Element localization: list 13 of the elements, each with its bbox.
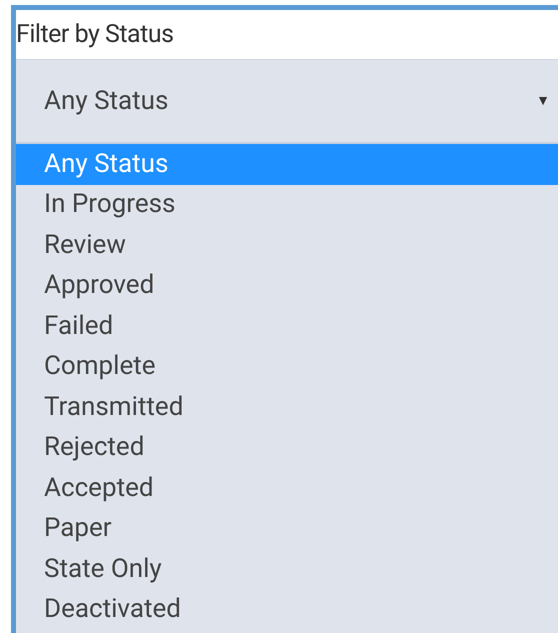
status-option[interactable]: Paper: [16, 508, 558, 549]
status-option[interactable]: Deactivated: [16, 590, 558, 630]
status-option[interactable]: Rejected: [16, 428, 558, 468]
status-option[interactable]: Transmitted: [16, 387, 558, 428]
panel-title: Filter by Status: [16, 18, 174, 51]
status-option[interactable]: Review: [16, 225, 558, 266]
status-option[interactable]: Approved: [16, 266, 558, 306]
status-option[interactable]: In Progress: [16, 184, 558, 225]
caret-icon: ▼: [536, 90, 550, 112]
status-option[interactable]: State Only: [16, 549, 558, 590]
status-option[interactable]: Complete: [16, 346, 558, 387]
status-option[interactable]: Failed: [16, 306, 558, 346]
status-option[interactable]: Accepted: [16, 468, 558, 508]
